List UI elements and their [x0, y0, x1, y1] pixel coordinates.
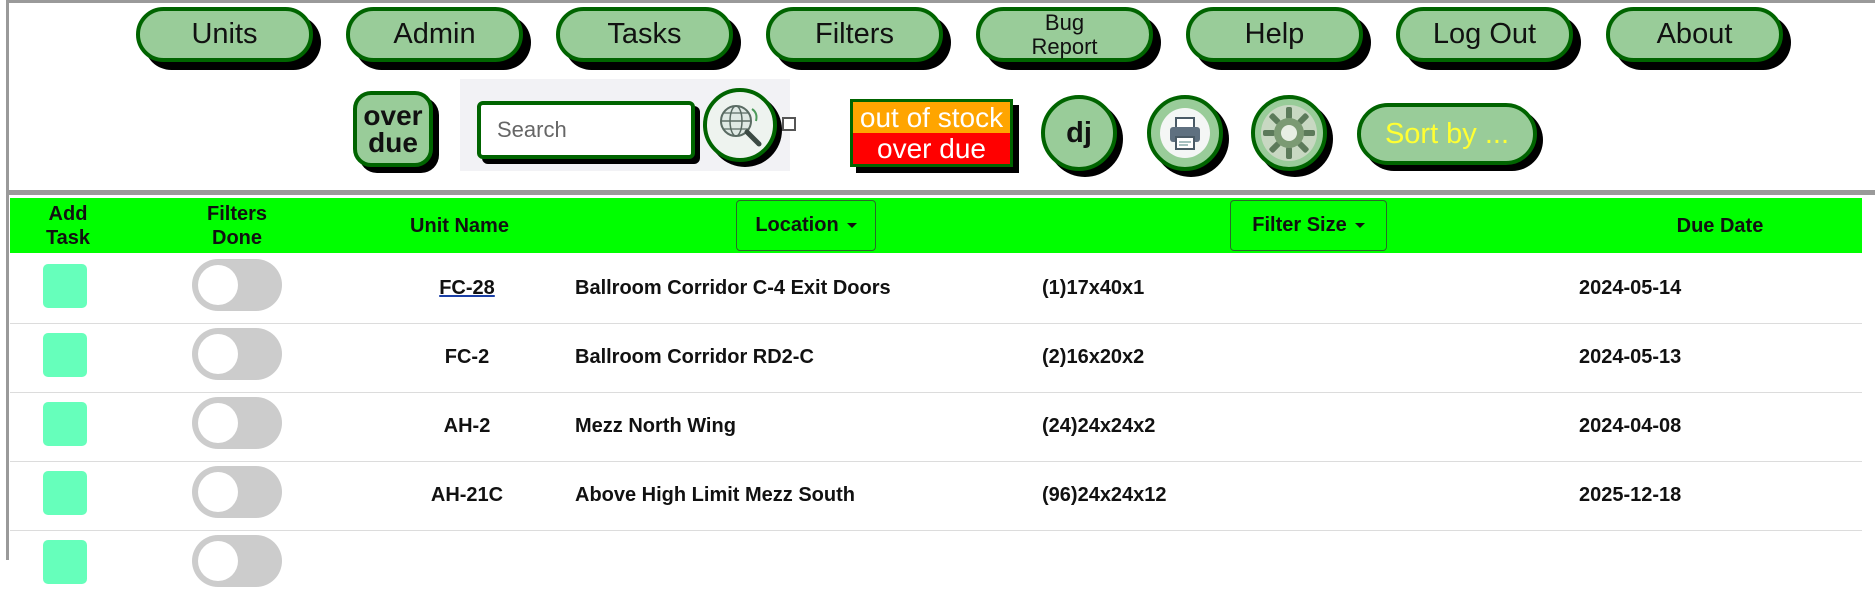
nav-logout-button[interactable]: Log Out	[1396, 7, 1573, 62]
gear-icon	[1261, 105, 1317, 161]
header-due-date[interactable]: Due Date	[1640, 213, 1800, 239]
legend-out-of-stock: out of stock	[853, 102, 1010, 133]
toggle-knob	[198, 472, 238, 512]
print-button[interactable]	[1147, 95, 1223, 171]
user-button[interactable]: dj	[1041, 95, 1117, 171]
filter-size-cell: (96)24x24x12	[1042, 484, 1167, 506]
globe-search-icon	[720, 105, 762, 147]
filter-size-cell: (24)24x24x2	[1042, 415, 1156, 437]
search-input[interactable]	[477, 101, 695, 159]
printer-icon	[1160, 108, 1210, 158]
header-filters-done: Filters Done	[187, 202, 287, 250]
legend-over-due: over due	[853, 133, 1010, 164]
filters-done-toggle[interactable]	[192, 328, 282, 380]
nav-admin-button[interactable]: Admin	[346, 7, 523, 62]
header-add-task: Add Task	[36, 202, 100, 250]
add-task-button[interactable]	[43, 540, 87, 584]
table-row: FC-2 Ballroom Corridor RD2-C (2)16x20x2 …	[10, 323, 1862, 393]
nav-about-button[interactable]: About	[1606, 7, 1783, 62]
add-task-button[interactable]	[43, 333, 87, 377]
due-date-cell: 2024-04-08	[1579, 415, 1682, 437]
search-option-checkbox[interactable]	[782, 117, 796, 131]
location-cell: Ballroom Corridor C-4 Exit Doors	[575, 277, 891, 299]
location-dropdown-label: Location	[755, 214, 839, 236]
chevron-down-icon	[846, 223, 857, 228]
unit-name-link[interactable]: FC-28	[372, 254, 562, 323]
location-cell: Ballroom Corridor RD2-C	[575, 346, 814, 368]
header-add-task-line2: Task	[45, 227, 91, 249]
bug-report-label-line1: Bug	[1044, 9, 1085, 35]
filters-done-toggle[interactable]	[192, 397, 282, 449]
filters-done-toggle[interactable]	[192, 535, 282, 587]
table-header	[10, 198, 1862, 253]
add-task-button[interactable]	[43, 471, 87, 515]
add-task-button[interactable]	[43, 264, 87, 308]
nav-tasks-button[interactable]: Tasks	[556, 7, 733, 62]
location-cell: Mezz North Wing	[575, 415, 736, 437]
table-row: FC-28 Ballroom Corridor C-4 Exit Doors (…	[10, 254, 1862, 324]
filter-size-dropdown[interactable]: Filter Size	[1230, 200, 1387, 251]
toggle-knob	[198, 334, 238, 374]
add-task-button[interactable]	[43, 402, 87, 446]
overdue-label-line1: over	[363, 100, 423, 131]
chevron-down-icon	[1354, 223, 1365, 228]
table-row: AH-2 Mezz North Wing (24)24x24x2 2024-04…	[10, 392, 1862, 462]
overdue-filter-button[interactable]: over due	[353, 91, 433, 167]
location-cell: Above High Limit Mezz South	[575, 484, 855, 506]
due-date-cell: 2025-12-18	[1579, 484, 1682, 506]
unit-name-cell[interactable]: AH-2	[372, 392, 562, 461]
table-row: AH-21C Above High Limit Mezz South (96)2…	[10, 461, 1862, 531]
nav-help-button[interactable]: Help	[1186, 7, 1363, 62]
nav-bug-report-button[interactable]: Bug Report	[976, 7, 1153, 62]
filter-size-cell: (1)17x40x1	[1042, 277, 1145, 299]
filter-size-dropdown-label: Filter Size	[1252, 214, 1347, 236]
toggle-knob	[198, 403, 238, 443]
bug-report-label-line2: Report	[1031, 33, 1098, 59]
status-legend: out of stock over due	[850, 99, 1013, 167]
header-filters-done-line2: Done	[212, 227, 262, 249]
toggle-knob	[198, 541, 238, 581]
search-button[interactable]	[703, 88, 777, 162]
nav-filters-button[interactable]: Filters	[766, 7, 943, 62]
table-row-partial	[10, 530, 1862, 599]
unit-name-cell[interactable]: AH-21C	[372, 461, 562, 530]
sort-by-button[interactable]: Sort by ...	[1357, 103, 1537, 165]
header-filters-done-line1: Filters	[206, 203, 268, 225]
header-add-task-line1: Add	[48, 203, 88, 225]
filters-done-toggle[interactable]	[192, 466, 282, 518]
due-date-cell: 2024-05-14	[1579, 277, 1682, 299]
overdue-label-line2: due	[368, 127, 418, 158]
settings-button[interactable]	[1251, 95, 1327, 171]
due-date-cell: 2024-05-13	[1579, 346, 1682, 368]
header-divider	[6, 190, 1875, 195]
filter-size-cell: (2)16x20x2	[1042, 346, 1145, 368]
filters-done-toggle[interactable]	[192, 259, 282, 311]
location-dropdown[interactable]: Location	[736, 200, 876, 251]
toggle-knob	[198, 265, 238, 305]
nav-units-button[interactable]: Units	[136, 7, 313, 62]
header-unit-name[interactable]: Unit Name	[372, 213, 547, 239]
unit-name-cell[interactable]: FC-2	[372, 323, 562, 392]
